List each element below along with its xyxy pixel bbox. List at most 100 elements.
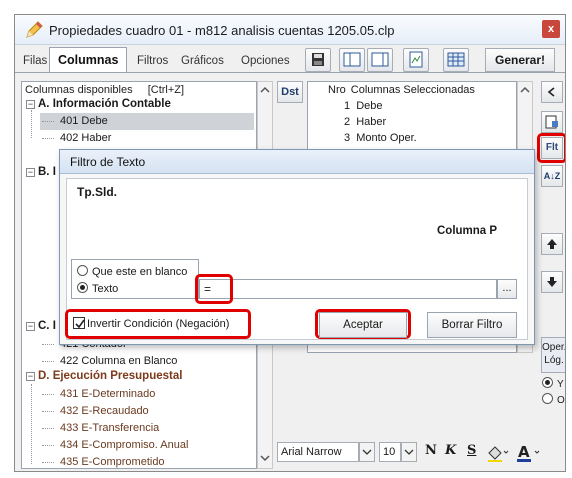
list-item[interactable]: 434 E-Compromiso. Anual: [40, 437, 254, 454]
list-item[interactable]: 431 E-Determinado: [40, 386, 254, 403]
oper-option-y[interactable]: Y: [542, 377, 564, 390]
radio-blank[interactable]: [77, 265, 88, 276]
arrow-up-icon: [547, 239, 557, 249]
invert-label: Invertir Condición (Negación): [87, 318, 230, 330]
sort-button[interactable]: A↓Z: [541, 165, 563, 187]
chevron-down-icon: [404, 449, 414, 455]
tab-opciones[interactable]: Opciones: [237, 50, 294, 72]
layout-split-button[interactable]: [367, 48, 393, 72]
properties-icon: [545, 115, 558, 129]
oper-label: Oper.: [542, 342, 566, 353]
collapse-icon[interactable]: −: [26, 372, 35, 381]
row-label: Debe: [356, 100, 383, 112]
tab-divider: [15, 72, 565, 73]
radio-y[interactable]: [542, 377, 553, 388]
split-icon: [371, 52, 389, 67]
remove-column-button[interactable]: [541, 81, 563, 103]
invert-checkbox[interactable]: [73, 317, 85, 329]
list-item[interactable]: 402 Haber: [40, 130, 254, 147]
group-informacion-contable[interactable]: − A. Información Contable: [26, 98, 171, 110]
dst-button[interactable]: Dst: [277, 81, 303, 103]
tab-columnas[interactable]: Columnas: [49, 47, 128, 73]
font-color-icon[interactable]: A: [515, 442, 545, 464]
list-item[interactable]: 422 Columna en Blanco: [40, 353, 254, 370]
nro-header: Nro: [328, 84, 346, 96]
underline-button[interactable]: S: [467, 443, 476, 458]
shortcut-hint: [Ctrl+Z]: [147, 84, 185, 96]
table-row[interactable]: 1 Debe: [344, 100, 382, 112]
text-filter-dialog: Filtro de Texto Tp.Sld. Columna P Que es…: [59, 149, 535, 345]
italic-button[interactable]: K: [445, 443, 456, 458]
available-columns-header: Columnas disponibles [Ctrl+Z]: [25, 84, 184, 96]
filter-button[interactable]: Flt: [541, 137, 563, 159]
oper-label-2: Lóg.: [544, 355, 564, 366]
fill-color-icon[interactable]: [485, 443, 511, 463]
save-button[interactable]: [305, 48, 331, 72]
text-input-highlight: [195, 274, 233, 304]
list-item[interactable]: 401 Debe: [40, 113, 254, 130]
app-pencil-icon: [26, 21, 43, 38]
collapse-icon[interactable]: −: [26, 168, 35, 177]
close-button[interactable]: x: [542, 20, 560, 38]
scroll-down-icon[interactable]: [260, 454, 270, 462]
font-dropdown[interactable]: [359, 442, 375, 462]
selected-columns-header: Nro Columnas Seleccionadas: [328, 84, 475, 96]
group-ejecucion-presupuestal[interactable]: − D. Ejecución Presupuestal: [26, 370, 182, 382]
font-size-select[interactable]: 10: [379, 442, 401, 462]
properties-window: Propiedades cuadro 01 - m812 analisis cu…: [14, 14, 566, 472]
accept-button[interactable]: Aceptar: [319, 312, 407, 338]
tab-filas[interactable]: Filas: [19, 50, 51, 72]
save-icon: [312, 53, 324, 66]
row-label: Monto Oper.: [356, 132, 417, 144]
table-row[interactable]: 3 Monto Oper.: [344, 132, 417, 144]
option-text[interactable]: Texto: [77, 282, 118, 295]
ellipsis-button[interactable]: ...: [497, 279, 517, 299]
collapse-icon[interactable]: −: [26, 100, 35, 109]
grid-icon: [447, 52, 465, 67]
scroll-up-icon[interactable]: [520, 86, 530, 94]
clear-filter-button[interactable]: Borrar Filtro: [427, 312, 517, 338]
layout-cols-button[interactable]: [339, 48, 365, 72]
move-up-button[interactable]: [541, 233, 563, 255]
svg-text:A: A: [518, 443, 530, 461]
column-properties-button[interactable]: [541, 111, 563, 133]
logical-operator-box: Oper. Lóg.: [541, 337, 566, 373]
window-title: Propiedades cuadro 01 - m812 analisis cu…: [49, 23, 395, 38]
font-select[interactable]: Arial Narrow: [277, 442, 359, 462]
checkmark-icon: [75, 319, 85, 329]
collapse-icon[interactable]: −: [26, 322, 35, 331]
filter-text-input[interactable]: =: [199, 279, 497, 299]
list-item[interactable]: 433 E-Transferencia: [40, 420, 254, 437]
table-row[interactable]: 2 Haber: [344, 116, 386, 128]
arrow-left-icon: [547, 87, 555, 97]
list-item[interactable]: 432 E-Recaudado: [40, 403, 254, 420]
row-number: 1: [344, 100, 351, 112]
layout-icon: [343, 52, 361, 67]
selected-columns-title: Columnas Seleccionadas: [350, 84, 475, 96]
size-dropdown[interactable]: [401, 442, 417, 462]
move-down-button[interactable]: [541, 271, 563, 293]
oper-option-o[interactable]: O: [542, 393, 565, 406]
radio-o[interactable]: [542, 393, 553, 404]
row-number: 2: [344, 116, 351, 128]
available-columns-title: Columnas disponibles: [25, 84, 133, 96]
option-blank[interactable]: Que este en blanco: [77, 265, 187, 278]
row-number: 3: [344, 132, 351, 144]
group-c[interactable]: − C. I: [26, 320, 56, 332]
invert-condition-option[interactable]: Invertir Condición (Negación): [73, 317, 229, 330]
tab-filtros[interactable]: Filtros: [133, 50, 172, 72]
dialog-body: Tp.Sld. Columna P Que este en blanco Tex…: [65, 178, 528, 340]
radio-text[interactable]: [77, 282, 88, 293]
tab-graficos[interactable]: Gráficos: [177, 50, 228, 72]
list-item[interactable]: 435 E-Comprometido: [40, 454, 254, 471]
export-button[interactable]: [403, 48, 429, 72]
group-b[interactable]: − B. I: [26, 166, 56, 178]
row-label: Haber: [356, 116, 387, 128]
title-bar: Propiedades cuadro 01 - m812 analisis cu…: [15, 15, 565, 45]
generate-button[interactable]: Generar!: [485, 48, 555, 72]
dialog-title: Filtro de Texto: [60, 150, 534, 174]
grid-button[interactable]: [443, 48, 469, 72]
scroll-up-icon[interactable]: [260, 86, 270, 94]
bold-button[interactable]: N: [425, 443, 437, 458]
filter-field-label: Tp.Sld.: [77, 185, 117, 199]
